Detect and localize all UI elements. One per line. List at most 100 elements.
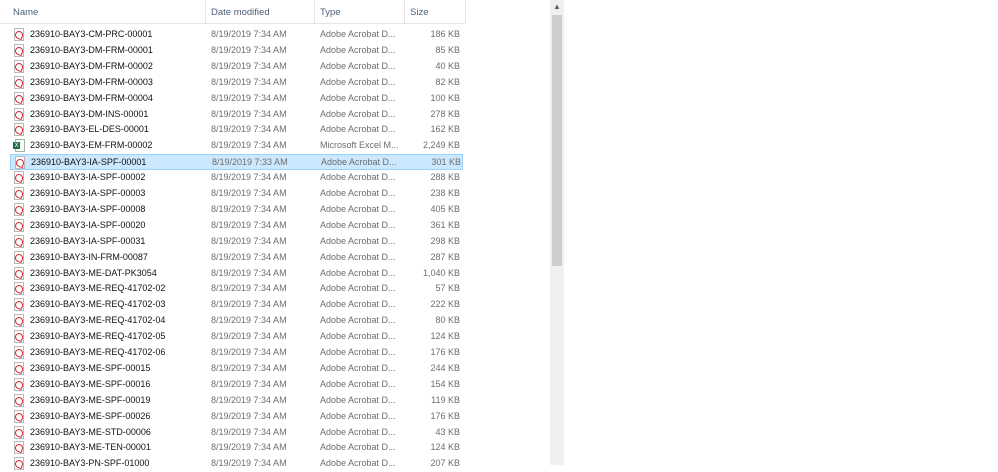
file-row[interactable]: 236910-BAY3-IA-SPF-00002 8/19/2019 7:34 A… <box>10 170 463 186</box>
file-date-modified: 8/19/2019 7:34 AM <box>211 362 287 373</box>
file-size: 222 KB <box>430 299 460 310</box>
file-size: 207 KB <box>430 458 460 469</box>
file-type: Adobe Acrobat D... <box>320 331 396 342</box>
file-date-modified: 8/19/2019 7:34 AM <box>211 251 287 262</box>
file-type: Adobe Acrobat D... <box>320 267 396 278</box>
file-date-modified: 8/19/2019 7:34 AM <box>211 299 287 310</box>
file-row[interactable]: 236910-BAY3-ME-TEN-00001 8/19/2019 7:34 A… <box>10 440 463 456</box>
file-type: Adobe Acrobat D... <box>320 378 396 389</box>
file-row[interactable]: 236910-BAY3-ME-DAT-PK3054 8/19/2019 7:34 … <box>10 266 463 282</box>
file-date-modified: 8/19/2019 7:34 AM <box>211 29 287 39</box>
file-type: Adobe Acrobat D... <box>320 92 396 103</box>
file-size: 2,249 KB <box>422 140 460 151</box>
column-header-name[interactable]: Name <box>8 0 206 23</box>
file-date-modified: 8/19/2019 7:34 AM <box>211 426 287 437</box>
file-type: Adobe Acrobat D... <box>320 442 396 453</box>
file-type: Adobe Acrobat D... <box>320 362 396 373</box>
file-row[interactable]: 236910-BAY3-DM-FRM-00002 8/19/2019 7:34 A… <box>10 59 463 75</box>
column-header-date-modified[interactable]: Date modified <box>206 0 315 23</box>
file-row[interactable]: 236910-BAY3-ME-SPF-00019 8/19/2019 7:34 A… <box>10 393 463 409</box>
file-size: 278 KB <box>430 108 460 119</box>
file-row[interactable]: 236910-BAY3-ME-REQ-41702-05 8/19/2019 7:3… <box>10 329 463 345</box>
file-row[interactable]: 236910-BAY3-EL-DES-00001 8/19/2019 7:34 A… <box>10 122 463 138</box>
file-type: Adobe Acrobat D... <box>320 251 396 262</box>
file-row[interactable]: 236910-BAY3-PN-SPF-01000 8/19/2019 7:34 A… <box>10 456 463 472</box>
file-row[interactable]: 236910-BAY3-IA-SPF-00031 8/19/2019 7:34 A… <box>10 234 463 250</box>
file-row[interactable]: 236910-BAY3-IA-SPF-00020 8/19/2019 7:34 A… <box>10 218 463 234</box>
file-name: 236910-BAY3-ME-DAT-PK3054 <box>30 267 157 278</box>
file-name: 236910-BAY3-PN-SPF-01000 <box>30 458 150 469</box>
file-name: 236910-BAY3-EM-FRM-00002 <box>30 140 153 151</box>
file-name: 236910-BAY3-CM-PRC-00001 <box>30 29 153 39</box>
file-name: 236910-BAY3-ME-REQ-41702-05 <box>30 331 166 342</box>
file-name: 236910-BAY3-IA-SPF-00031 <box>30 235 146 246</box>
file-row[interactable]: 236910-BAY3-ME-SPF-00015 8/19/2019 7:34 A… <box>10 361 463 377</box>
file-date-modified: 8/19/2019 7:34 AM <box>211 283 287 294</box>
file-row[interactable]: 236910-BAY3-ME-REQ-41702-06 8/19/2019 7:3… <box>10 345 463 361</box>
pdf-file-icon <box>13 298 25 312</box>
file-name: 236910-BAY3-IN-FRM-00087 <box>30 251 148 262</box>
file-size: 82 KB <box>435 76 460 87</box>
file-row[interactable]: 236910-BAY3-ME-STD-00006 8/19/2019 7:34 A… <box>10 425 463 441</box>
file-row[interactable]: X 236910-BAY3-EM-FRM-00002 8/19/2019 7:34 … <box>10 138 463 154</box>
pdf-file-icon <box>13 123 25 137</box>
file-size: 100 KB <box>430 92 460 103</box>
file-type: Adobe Acrobat D... <box>320 172 396 183</box>
file-row[interactable]: 236910-BAY3-ME-REQ-41702-02 8/19/2019 7:3… <box>10 281 463 297</box>
file-size: 287 KB <box>430 251 460 262</box>
file-row[interactable]: 236910-BAY3-ME-REQ-41702-04 8/19/2019 7:3… <box>10 313 463 329</box>
file-size: 119 KB <box>431 394 460 405</box>
file-type: Adobe Acrobat D... <box>320 426 396 437</box>
file-date-modified: 8/19/2019 7:34 AM <box>211 140 287 151</box>
file-name: 236910-BAY3-ME-REQ-41702-04 <box>30 315 166 326</box>
scroll-up-arrow-icon[interactable]: ▲ <box>550 0 564 14</box>
file-type: Adobe Acrobat D... <box>320 347 396 357</box>
file-type: Adobe Acrobat D... <box>320 29 396 39</box>
pdf-file-icon <box>13 330 25 344</box>
file-size: 43 KB <box>435 426 460 437</box>
file-row[interactable]: 236910-BAY3-IA-SPF-00001 8/19/2019 7:33 A… <box>10 154 463 171</box>
file-name: 236910-BAY3-IA-SPF-00020 <box>30 219 146 230</box>
file-date-modified: 8/19/2019 7:34 AM <box>211 172 287 183</box>
column-header-type[interactable]: Type <box>315 0 405 23</box>
file-date-modified: 8/19/2019 7:34 AM <box>211 188 287 198</box>
pdf-file-icon <box>13 234 25 248</box>
file-row[interactable]: 236910-BAY3-ME-SPF-00016 8/19/2019 7:34 A… <box>10 377 463 393</box>
file-row[interactable]: 236910-BAY3-DM-FRM-00004 8/19/2019 7:34 A… <box>10 91 463 107</box>
file-date-modified: 8/19/2019 7:34 AM <box>211 235 287 246</box>
file-row[interactable]: 236910-BAY3-ME-SPF-00026 8/19/2019 7:34 A… <box>10 409 463 425</box>
pdf-file-icon <box>13 266 25 280</box>
pdf-file-icon <box>13 91 25 105</box>
file-date-modified: 8/19/2019 7:34 AM <box>211 92 287 103</box>
file-type: Adobe Acrobat D... <box>320 235 396 246</box>
file-type: Adobe Acrobat D... <box>320 219 396 230</box>
vertical-scrollbar[interactable]: ▲ <box>550 0 564 465</box>
file-name: 236910-BAY3-IA-SPF-00001 <box>31 157 147 168</box>
file-size: 85 KB <box>435 44 460 55</box>
file-row[interactable]: 236910-BAY3-DM-FRM-00003 8/19/2019 7:34 A… <box>10 75 463 91</box>
column-header-size[interactable]: Size <box>405 0 466 23</box>
file-size: 1,040 KB <box>422 267 460 278</box>
file-date-modified: 8/19/2019 7:34 AM <box>211 410 287 421</box>
pdf-file-icon <box>13 218 25 232</box>
file-name: 236910-BAY3-ME-REQ-41702-06 <box>30 347 166 357</box>
pdf-file-icon <box>13 43 25 57</box>
file-date-modified: 8/19/2019 7:34 AM <box>211 458 287 469</box>
pdf-file-icon <box>13 441 25 455</box>
file-date-modified: 8/19/2019 7:34 AM <box>211 203 287 214</box>
file-type: Adobe Acrobat D... <box>320 394 396 405</box>
file-row[interactable]: 236910-BAY3-ME-REQ-41702-03 8/19/2019 7:3… <box>10 297 463 313</box>
file-row[interactable]: 236910-BAY3-CM-PRC-00001 8/19/2019 7:34 A… <box>10 27 463 43</box>
file-size: 361 KB <box>430 219 460 230</box>
file-row[interactable]: 236910-BAY3-IN-FRM-00087 8/19/2019 7:34 A… <box>10 250 463 266</box>
file-name: 236910-BAY3-ME-SPF-00019 <box>30 394 151 405</box>
file-name: 236910-BAY3-ME-REQ-41702-03 <box>30 299 166 310</box>
file-row[interactable]: 236910-BAY3-DM-FRM-00001 8/19/2019 7:34 A… <box>10 43 463 59</box>
file-row[interactable]: 236910-BAY3-IA-SPF-00003 8/19/2019 7:34 A… <box>10 186 463 202</box>
file-type: Adobe Acrobat D... <box>320 108 396 119</box>
scroll-thumb[interactable] <box>552 15 562 266</box>
file-size: 405 KB <box>430 203 460 214</box>
file-type: Adobe Acrobat D... <box>320 410 396 421</box>
file-row[interactable]: 236910-BAY3-IA-SPF-00008 8/19/2019 7:34 A… <box>10 202 463 218</box>
file-row[interactable]: 236910-BAY3-DM-INS-00001 8/19/2019 7:34 A… <box>10 107 463 123</box>
